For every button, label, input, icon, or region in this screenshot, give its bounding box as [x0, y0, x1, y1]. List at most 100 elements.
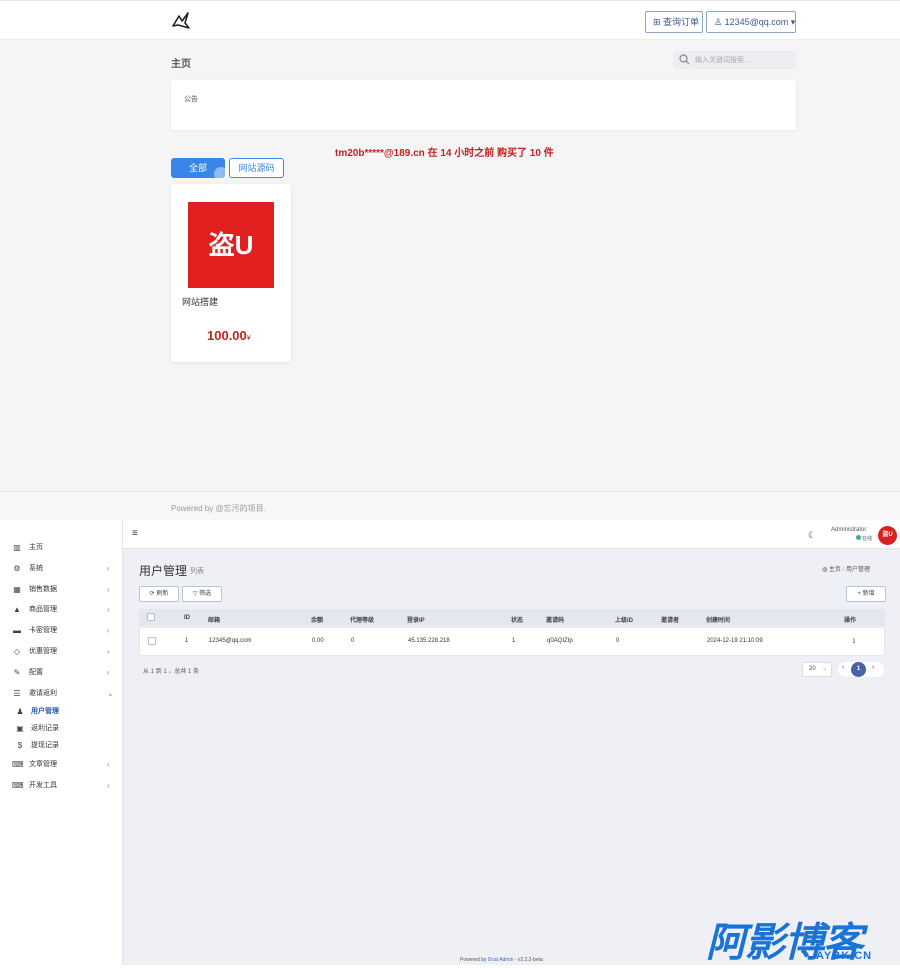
table-row[interactable]: 1 12345@qq.com 0.00 0 45.135.228.218 1 q…: [139, 627, 885, 656]
cell-created: 2024-12-19 21:10:09: [707, 638, 763, 644]
users-table: ID 邮箱 余额 代理等级 登录IP 状态 邀请码 上级ID 邀请者 创建时间 …: [139, 609, 885, 657]
shop-topbar: ⊞ 查询订单 ♙ 12345@qq.com ▾: [0, 0, 900, 40]
search-input[interactable]: 输入关键词搜索...: [673, 51, 796, 69]
user-icon: ♙: [714, 17, 725, 27]
admin-panel: ▥ 主页 ⚙ 系统 ‹ ▦ 销售数据 ‹ ▲ 商品管理 ‹ ▬ 卡密管理 ‹ ◇ 优惠管理 ‹ ✎ 配置 ‹ ☰ 邀请返利…: [0, 520, 900, 965]
dollar-icon: $: [17, 741, 23, 750]
category-tab-all[interactable]: 全部: [171, 158, 225, 178]
logo-icon[interactable]: [170, 11, 192, 31]
user-menu-button[interactable]: ♙ 12345@qq.com ▾: [706, 11, 796, 33]
content-title: 用户管理: [139, 564, 188, 578]
next-page-icon[interactable]: ›: [872, 664, 874, 671]
sidebar-item[interactable]: ▣ 返利记录: [0, 721, 123, 737]
category-tab-source[interactable]: 网站源码: [229, 158, 284, 178]
dashboard-icon: ◍: [822, 567, 828, 573]
col-status: 状态: [511, 618, 524, 624]
sidebar: ▥ 主页 ⚙ 系统 ‹ ▦ 销售数据 ‹ ▲ 商品管理 ‹ ▬ 卡密管理 ‹ ◇ 优惠管理 ‹ ✎ 配置 ‹ ☰ 邀请返利…: [0, 520, 123, 965]
price-value: 100.00: [207, 328, 247, 343]
sidebar-item[interactable]: ◇ 优惠管理 ‹: [0, 644, 123, 660]
sidebar-item-label: 配置: [29, 669, 43, 676]
col-email: 邮箱: [208, 618, 221, 624]
sidebar-item[interactable]: ♟ 用户管理: [0, 704, 123, 720]
sidebar-item[interactable]: ⌨ 开发工具 ‹: [0, 778, 123, 794]
content-subtitle: 列表: [190, 568, 204, 575]
col-id: ID: [184, 615, 190, 621]
pagination: ‹ 1 ›: [838, 662, 884, 677]
sidebar-item[interactable]: ✎ 配置 ‹: [0, 665, 123, 681]
caret-down-icon: ▾: [788, 17, 796, 27]
online-status-label: 在线: [862, 536, 873, 542]
row-checkbox[interactable]: [148, 637, 156, 645]
cell-level: 0: [351, 638, 355, 644]
user-email: 12345@qq.com: [724, 17, 789, 27]
admin-name: Administrator: [831, 527, 867, 533]
filter-label: 筛选: [199, 591, 212, 597]
diamond-icon: ◇: [13, 647, 21, 656]
sidebar-item-label: 优惠管理: [29, 648, 57, 655]
breadcrumb-current: 用户管理: [845, 567, 870, 573]
credit-card-icon: ▬: [13, 626, 21, 635]
cell-id: 1: [185, 638, 189, 644]
chevron-left-icon: ‹: [107, 564, 110, 573]
dark-mode-icon[interactable]: ☾: [808, 530, 816, 541]
check-badge-icon: [214, 167, 225, 178]
order-query-label: 查询订单: [663, 17, 700, 27]
chevron-left-icon: ‹: [107, 626, 110, 635]
sidebar-item-label: 卡密管理: [29, 627, 57, 634]
page-1-button[interactable]: 1: [851, 662, 866, 677]
cell-status: 1: [512, 638, 516, 644]
col-parent-id: 上级ID: [615, 618, 634, 624]
footer-link[interactable]: Dcat Admin: [488, 957, 514, 963]
avatar[interactable]: 盗U: [878, 526, 897, 545]
refresh-button[interactable]: ⟳ 刷新: [139, 586, 179, 602]
online-dot-icon: [856, 535, 861, 540]
online-status: 在线: [856, 535, 872, 542]
col-created: 创建时间: [706, 618, 731, 624]
product-card[interactable]: 盗U 网站搭建 100.00¥: [171, 184, 291, 362]
sidebar-item[interactable]: $ 提现记录: [0, 738, 123, 754]
cell-parent-id: 0: [616, 638, 620, 644]
list-icon: ☰: [13, 689, 21, 698]
page-title: 主页: [171, 59, 191, 70]
chevron-down-icon: ⌄: [107, 689, 114, 698]
product-price: 100.00¥: [207, 328, 251, 343]
sidebar-item[interactable]: ▲ 商品管理 ‹: [0, 602, 123, 618]
prev-page-icon[interactable]: ‹: [842, 664, 844, 671]
cell-email: 12345@qq.com: [209, 638, 252, 644]
sidebar-item[interactable]: ☰ 邀请返利 ⌄: [0, 686, 123, 702]
shop-footer: Powered by @忘污的项目.: [0, 491, 900, 520]
page-size-select[interactable]: 20 ⌄: [802, 662, 832, 677]
select-all-checkbox[interactable]: [147, 613, 155, 621]
sidebar-item-label: 用户管理: [31, 708, 59, 715]
order-query-button[interactable]: ⊞ 查询订单: [645, 11, 703, 33]
row-actions-icon[interactable]: ⋮: [851, 638, 857, 645]
keyboard-icon: ⌨: [12, 781, 24, 790]
table-header: ID 邮箱 余额 代理等级 登录IP 状态 邀请码 上级ID 邀请者 创建时间 …: [139, 609, 885, 626]
chevron-left-icon: ‹: [107, 760, 110, 769]
product-image: 盗U: [188, 202, 274, 288]
add-button[interactable]: + 新增: [846, 586, 886, 602]
sidebar-item[interactable]: ⌨ 文章管理 ‹: [0, 757, 123, 773]
notice-label: 公告: [184, 96, 198, 103]
shop-page: ⊞ 查询订单 ♙ 12345@qq.com ▾ 主页 输入关键词搜索... 公告…: [0, 0, 900, 520]
sidebar-item-label: 系统: [29, 565, 43, 572]
sidebar-item[interactable]: ▥ 主页: [0, 540, 123, 556]
col-balance: 余额: [311, 618, 324, 624]
cell-invite-code: q0AQIZIp: [547, 638, 573, 644]
col-ip: 登录IP: [407, 618, 425, 624]
category-tab-label: 全部: [188, 163, 207, 173]
rss-icon: ⊞: [653, 17, 664, 27]
purchase-ticker: tm20b*****@189.cn 在 14 小时之前 购买了 10 件: [335, 148, 554, 159]
chevron-left-icon: ‹: [107, 668, 110, 677]
breadcrumb-home[interactable]: 主页: [829, 567, 841, 573]
admin-header: ≡ ☾ Administrator 在线 盗U: [123, 520, 900, 549]
sidebar-item[interactable]: ⚙ 系统 ‹: [0, 561, 123, 577]
menu-toggle-icon[interactable]: ≡: [132, 528, 138, 539]
sidebar-item-label: 主页: [29, 544, 43, 551]
filter-button[interactable]: ▽ 筛选: [182, 586, 222, 602]
sidebar-item[interactable]: ▦ 销售数据 ‹: [0, 582, 123, 598]
sidebar-item[interactable]: ▬ 卡密管理 ‹: [0, 623, 123, 639]
cell-ip: 45.135.228.218: [408, 638, 450, 644]
chevron-left-icon: ‹: [107, 647, 110, 656]
footer-prefix: Powered by: [460, 957, 487, 963]
